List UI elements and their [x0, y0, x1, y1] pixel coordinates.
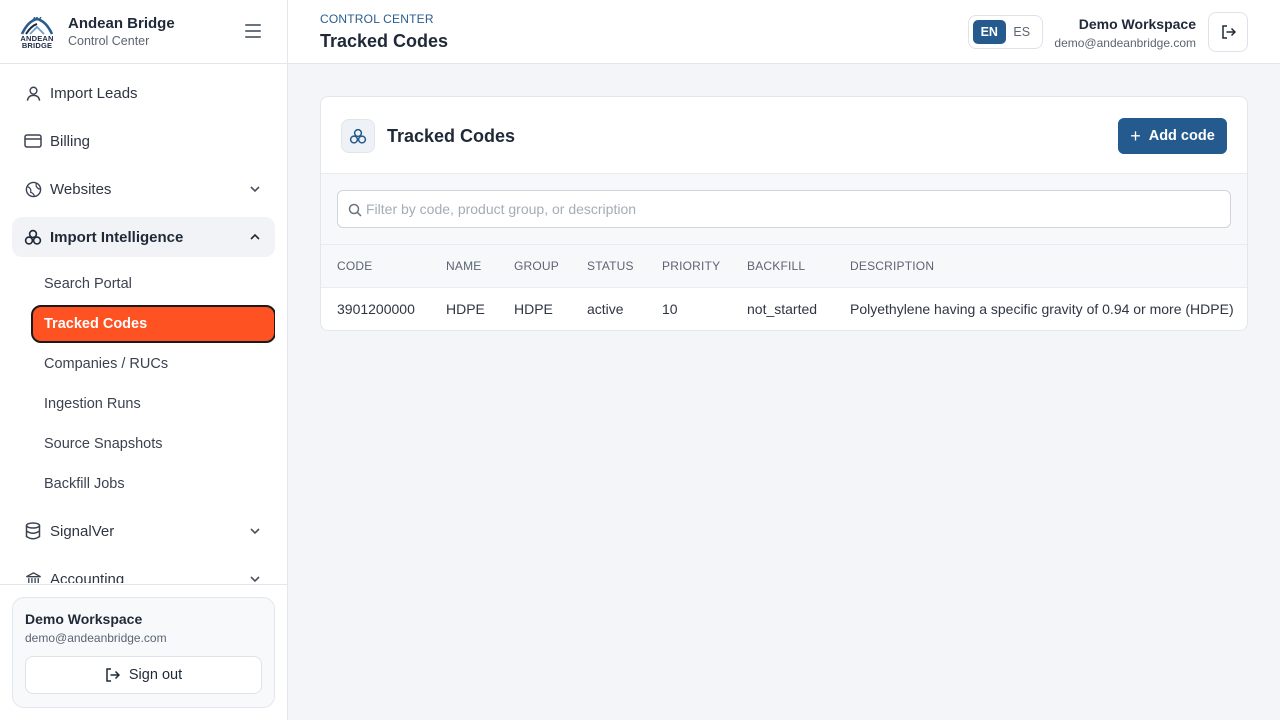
sidebar-subitem-source-snapshots[interactable]: Source Snapshots	[12, 425, 275, 463]
sidebar-subitem-companies-rucs[interactable]: Companies / RUCs	[12, 345, 275, 383]
language-toggle: EN ES	[968, 15, 1043, 49]
sidebar-item-websites[interactable]: Websites	[12, 169, 275, 209]
account-name: Demo Workspace	[25, 611, 143, 627]
sidebar-nav: Import Leads Billing Websites Import Int…	[12, 73, 275, 583]
sidebar-subitem-backfill-jobs[interactable]: Backfill Jobs	[12, 465, 275, 503]
filter-input[interactable]	[337, 190, 1231, 228]
cell-description: Polyethylene having a specific gravity o…	[850, 301, 1234, 318]
sidebar-item-accounting[interactable]: Accounting	[12, 559, 275, 583]
column-header-backfill[interactable]: BACKFILL	[731, 245, 834, 288]
cell-priority: 10	[662, 301, 678, 318]
sidebar-item-label: Import Intelligence	[50, 228, 184, 246]
brand-header: ANDEAN BRIDGE Andean Bridge Control Cent…	[0, 0, 287, 64]
hamburger-menu-icon[interactable]	[245, 24, 261, 38]
sidebar-item-label: Websites	[50, 180, 112, 198]
sidebar-item-label: Accounting	[50, 570, 125, 584]
account-email: demo@andeanbridge.com	[25, 631, 167, 645]
sidebar-item-import-intelligence[interactable]: Import Intelligence	[12, 217, 275, 257]
hexagon-cluster-icon	[24, 228, 42, 246]
workspace-email: demo@andeanbridge.com	[1054, 36, 1196, 50]
add-code-button[interactable]: + Add code	[1118, 118, 1227, 154]
cell-name: HDPE	[446, 301, 485, 318]
add-code-label: Add code	[1148, 128, 1215, 144]
sidebar-divider	[0, 584, 287, 585]
tracked-codes-table: CODE NAME GROUP STATUS PRIORITY BACKFILL…	[321, 245, 1247, 330]
sidebar-subitem-search-portal[interactable]: Search Portal	[12, 265, 275, 303]
user-icon	[24, 84, 42, 102]
tracked-codes-card: Tracked Codes + Add code CODE NAME GROUP…	[320, 96, 1248, 331]
chevron-up-icon	[250, 233, 260, 240]
sidebar-item-signalver[interactable]: SignalVer	[12, 511, 275, 551]
sidebar-item-label: Billing	[50, 132, 91, 150]
page-title: Tracked Codes	[320, 31, 449, 51]
column-header-description[interactable]: DESCRIPTION	[834, 245, 1247, 288]
hexagon-cluster-icon	[341, 119, 375, 153]
workspace-name: Demo Workspace	[1078, 16, 1196, 32]
lang-en-button[interactable]: EN	[973, 20, 1006, 44]
filter-bar	[321, 174, 1247, 245]
bridge-logo-icon	[20, 16, 54, 35]
workspace-info: Demo Workspace demo@andeanbridge.com	[1054, 16, 1196, 50]
cell-group: HDPE	[514, 301, 553, 318]
brand-subtitle: Control Center	[68, 34, 150, 48]
card-header: Tracked Codes + Add code	[321, 97, 1247, 174]
logout-button[interactable]	[1208, 12, 1248, 52]
search-icon	[348, 203, 362, 217]
credit-card-icon	[24, 132, 42, 150]
sidebar-subitem-tracked-codes[interactable]: Tracked Codes	[31, 305, 275, 343]
database-icon	[24, 522, 42, 540]
brand-logo: ANDEAN BRIDGE	[18, 15, 56, 49]
sidebar-item-label: SignalVer	[50, 522, 115, 540]
cell-code: 3901200000	[337, 301, 415, 318]
bank-icon	[24, 570, 42, 583]
column-header-status[interactable]: STATUS	[571, 245, 646, 288]
import-intelligence-submenu: Search Portal Tracked Codes Companies / …	[12, 265, 275, 503]
sign-out-icon	[106, 668, 120, 682]
column-header-priority[interactable]: PRIORITY	[646, 245, 731, 288]
plus-icon: +	[1130, 126, 1141, 146]
card-title: Tracked Codes	[387, 126, 516, 146]
cell-status: active	[587, 301, 624, 318]
sidebar: ANDEAN BRIDGE Andean Bridge Control Cent…	[0, 0, 288, 720]
brand-name: Andean Bridge	[68, 15, 175, 32]
chevron-down-icon	[250, 528, 260, 535]
sidebar-item-billing[interactable]: Billing	[12, 121, 275, 161]
sign-out-label: Sign out	[128, 667, 183, 683]
table-row[interactable]: 3901200000 HDPE HDPE active 10 not_start…	[321, 287, 1247, 330]
lang-es-button[interactable]: ES	[1006, 20, 1039, 44]
sidebar-item-import-leads[interactable]: Import Leads	[12, 73, 275, 113]
table-header-row: CODE NAME GROUP STATUS PRIORITY BACKFILL…	[321, 245, 1247, 288]
top-bar: CONTROL CENTER Tracked Codes EN ES Demo …	[288, 0, 1280, 64]
cell-backfill: not_started	[747, 301, 818, 318]
sign-out-button[interactable]: Sign out	[25, 656, 262, 694]
globe-icon	[24, 180, 42, 198]
chevron-down-icon	[250, 186, 260, 193]
breadcrumb[interactable]: CONTROL CENTER	[320, 12, 434, 26]
chevron-down-icon	[250, 576, 260, 583]
column-header-group[interactable]: GROUP	[498, 245, 571, 288]
logo-text-line2: BRIDGE	[21, 40, 53, 50]
sidebar-item-label: Import Leads	[50, 84, 138, 102]
sign-out-icon	[1221, 25, 1236, 39]
column-header-code[interactable]: CODE	[321, 245, 430, 288]
column-header-name[interactable]: NAME	[430, 245, 498, 288]
account-card: Demo Workspace demo@andeanbridge.com Sig…	[12, 597, 275, 708]
sidebar-subitem-ingestion-runs[interactable]: Ingestion Runs	[12, 385, 275, 423]
